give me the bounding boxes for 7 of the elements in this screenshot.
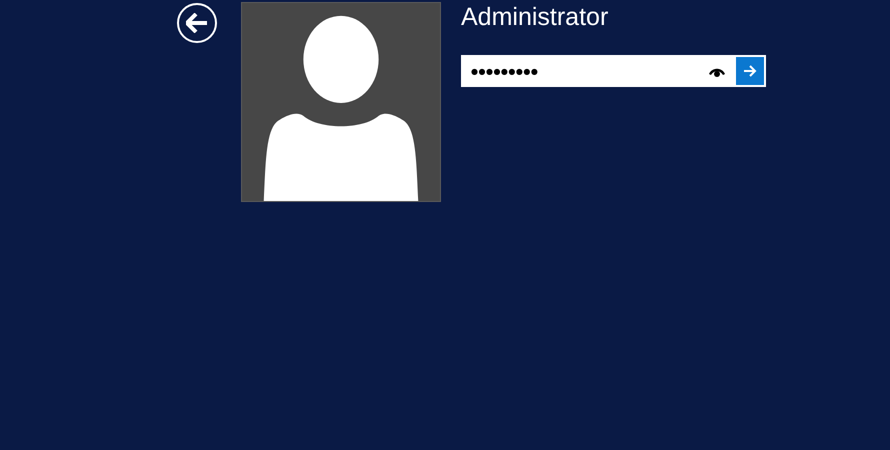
back-button[interactable] [177, 3, 217, 43]
arrow-icon [743, 65, 757, 77]
submit-button[interactable] [734, 55, 766, 87]
back-arrow-icon [186, 13, 208, 33]
show-password-button[interactable] [706, 55, 734, 87]
password-field[interactable]: ●●●●●●●●● [461, 55, 706, 87]
user-name: Administrator [461, 4, 610, 30]
